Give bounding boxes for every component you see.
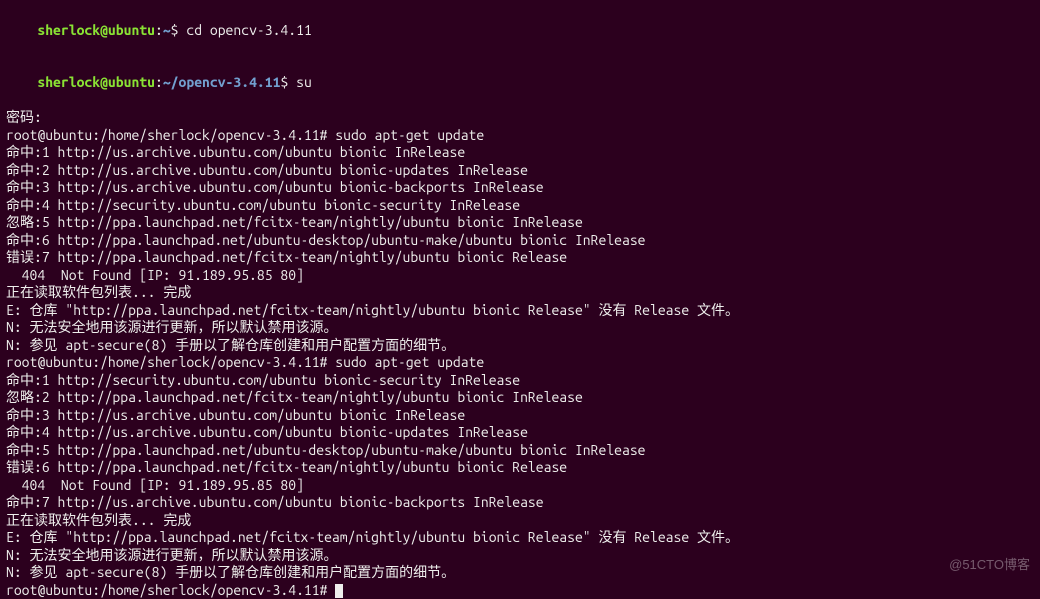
output-line: 忽略:5 http://ppa.launchpad.net/fcitx-team… bbox=[6, 214, 1034, 232]
prompt-line-current[interactable]: root@ubuntu:/home/sherlock/opencv-3.4.11… bbox=[6, 582, 1034, 599]
cwd: ~ bbox=[163, 22, 171, 38]
output-line: 命中:3 http://us.archive.ubuntu.com/ubuntu… bbox=[6, 179, 1034, 197]
user-host: sherlock@ubuntu bbox=[37, 74, 155, 90]
output-line: 命中:4 http://security.ubuntu.com/ubuntu b… bbox=[6, 197, 1034, 215]
output-line: E: 仓库 "http://ppa.launchpad.net/fcitx-te… bbox=[6, 529, 1034, 547]
output-line: 命中:5 http://ppa.launchpad.net/ubuntu-des… bbox=[6, 442, 1034, 460]
output-line: N: 无法安全地用该源进行更新，所以默认禁用该源。 bbox=[6, 319, 1034, 337]
root-prompt: root@ubuntu:/home/sherlock/opencv-3.4.11… bbox=[6, 582, 335, 598]
output-line: 命中:3 http://us.archive.ubuntu.com/ubuntu… bbox=[6, 407, 1034, 425]
cwd: ~/opencv-3.4.11 bbox=[163, 74, 281, 90]
prompt-line-1: sherlock@ubuntu:~$ cd opencv-3.4.11 bbox=[6, 4, 1034, 57]
output-line: N: 参见 apt-secure(8) 手册以了解仓库创建和用户配置方面的细节。 bbox=[6, 337, 1034, 355]
command-text: su bbox=[288, 74, 312, 90]
prompt-line-2: sherlock@ubuntu:~/opencv-3.4.11$ su bbox=[6, 57, 1034, 110]
output-line: 正在读取软件包列表... 完成 bbox=[6, 284, 1034, 302]
output-line: 命中:4 http://us.archive.ubuntu.com/ubuntu… bbox=[6, 424, 1034, 442]
output-line: 404 Not Found [IP: 91.189.95.85 80] bbox=[6, 477, 1034, 495]
watermark: @51CTO博客 bbox=[949, 557, 1030, 573]
output-line: 命中:2 http://us.archive.ubuntu.com/ubuntu… bbox=[6, 162, 1034, 180]
output-line: E: 仓库 "http://ppa.launchpad.net/fcitx-te… bbox=[6, 302, 1034, 320]
user-host: sherlock@ubuntu bbox=[37, 22, 155, 38]
output-line: 命中:6 http://ppa.launchpad.net/ubuntu-des… bbox=[6, 232, 1034, 250]
output-line: 错误:7 http://ppa.launchpad.net/fcitx-team… bbox=[6, 249, 1034, 267]
command-text: cd opencv-3.4.11 bbox=[179, 22, 312, 38]
output-line: 命中:1 http://us.archive.ubuntu.com/ubuntu… bbox=[6, 144, 1034, 162]
output-line: 命中:7 http://us.archive.ubuntu.com/ubuntu… bbox=[6, 494, 1034, 512]
output-line: root@ubuntu:/home/sherlock/opencv-3.4.11… bbox=[6, 127, 1034, 145]
output-line: 错误:6 http://ppa.launchpad.net/fcitx-team… bbox=[6, 459, 1034, 477]
output-line: root@ubuntu:/home/sherlock/opencv-3.4.11… bbox=[6, 354, 1034, 372]
output-line: 正在读取软件包列表... 完成 bbox=[6, 512, 1034, 530]
output-line: 忽略:2 http://ppa.launchpad.net/fcitx-team… bbox=[6, 389, 1034, 407]
terminal[interactable]: sherlock@ubuntu:~$ cd opencv-3.4.11 sher… bbox=[6, 4, 1034, 599]
output-line: 命中:1 http://security.ubuntu.com/ubuntu b… bbox=[6, 372, 1034, 390]
output-line: N: 无法安全地用该源进行更新，所以默认禁用该源。 bbox=[6, 547, 1034, 565]
cursor bbox=[335, 584, 343, 598]
output-line: 密码: bbox=[6, 109, 1034, 127]
output-line: 404 Not Found [IP: 91.189.95.85 80] bbox=[6, 267, 1034, 285]
